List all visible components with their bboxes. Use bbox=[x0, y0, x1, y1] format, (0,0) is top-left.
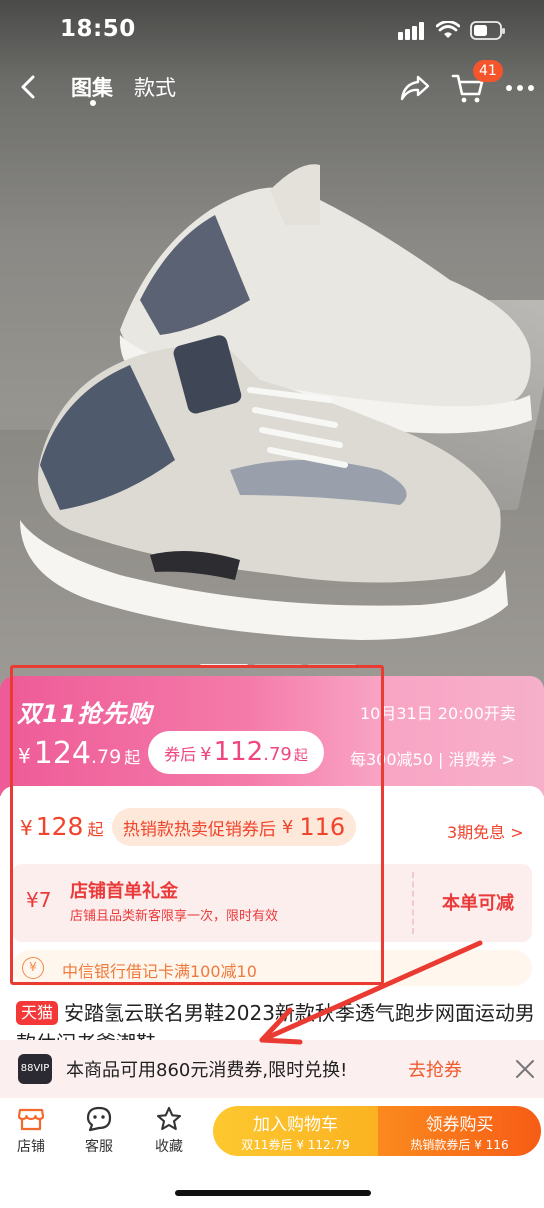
customer-service-entry[interactable]: 客服 bbox=[74, 1106, 124, 1156]
add-to-cart-button[interactable]: 加入购物车 双11券后 ¥ 112.79 bbox=[213, 1106, 378, 1156]
gallery-indicator bbox=[200, 664, 356, 667]
gift-divider bbox=[412, 872, 414, 934]
cellular-signal-icon bbox=[398, 22, 424, 40]
price-info-card: ¥ 128 起 热销款热卖促销券后 ¥ 116 3期免息 > ¥7 店铺首单礼金… bbox=[0, 786, 544, 1000]
back-arrow-icon[interactable] bbox=[14, 72, 44, 102]
promo-price-suffix: 起 bbox=[124, 748, 141, 767]
vip-coupon-banner[interactable]: 88VIP 本商品可用860元消费券,限时兑换! 去抢券 bbox=[0, 1040, 544, 1098]
88vip-logo: 88VIP bbox=[18, 1054, 52, 1084]
wifi-icon bbox=[436, 21, 460, 38]
add-to-cart-subtitle: 双11券后 ¥ 112.79 bbox=[241, 1138, 350, 1152]
base-price-suffix: 起 bbox=[87, 820, 104, 839]
coupon-price-pill: 券后 ¥ 112 .79 起 bbox=[148, 731, 324, 774]
buy-subtitle: 热销款券后 ¥ 116 bbox=[410, 1138, 509, 1152]
more-icon[interactable] bbox=[504, 76, 536, 100]
store-icon bbox=[17, 1108, 45, 1131]
cart-count-badge: 41 bbox=[473, 60, 503, 82]
promo-price-currency: ¥ bbox=[18, 744, 31, 768]
promo-price-decimal: .79 bbox=[91, 746, 122, 768]
home-indicator bbox=[175, 1190, 371, 1196]
favorite-entry[interactable]: 收藏 bbox=[144, 1106, 194, 1156]
bank-offer-text: 中信银行借记卡满100减10 bbox=[62, 962, 257, 981]
yen-coin-icon: ¥ bbox=[22, 957, 44, 979]
installment-link[interactable]: 3期免息 > bbox=[447, 819, 524, 843]
coupon-label: 券后 bbox=[164, 745, 197, 764]
gift-title: 店铺首单礼金 bbox=[70, 881, 178, 902]
vip-claim-link[interactable]: 去抢券 bbox=[408, 1056, 462, 1082]
vip-banner-text: 本商品可用860元消费券,限时兑换! bbox=[66, 1060, 348, 1081]
base-price-value: 128 bbox=[35, 812, 84, 841]
coupon-price-suffix: 起 bbox=[293, 748, 308, 764]
gallery-dot-2 bbox=[254, 664, 302, 667]
double11-promo-banner[interactable]: 双11抢先购 10月31日 20:00开卖 ¥ 124 .79 起 券后 ¥ 1… bbox=[0, 676, 544, 796]
favorite-label: 收藏 bbox=[155, 1139, 183, 1155]
gift-amount: ¥7 bbox=[26, 888, 52, 912]
hot-sale-price: 116 bbox=[299, 813, 346, 841]
store-label: 店铺 bbox=[17, 1139, 45, 1155]
top-nav: 图集 款式 41 bbox=[0, 60, 544, 114]
coupon-currency: ¥ bbox=[200, 744, 212, 765]
gallery-dot-3 bbox=[308, 664, 356, 667]
gallery-dot-1 bbox=[200, 664, 248, 667]
tab-gallery[interactable]: 图集 bbox=[71, 72, 113, 102]
active-tab-indicator bbox=[90, 100, 96, 106]
buy-label: 领券购买 bbox=[425, 1115, 494, 1135]
hot-sale-label: 热销款热卖促销券后 bbox=[122, 819, 276, 840]
status-bar: 18:50 bbox=[0, 0, 544, 60]
hot-sale-currency: ¥ bbox=[281, 816, 294, 838]
coupon-price-decimal: .79 bbox=[263, 744, 292, 765]
gift-apply-button[interactable]: 本单可减 bbox=[442, 889, 514, 915]
coupon-rule-link[interactable]: 每300减50 | 消费券 > bbox=[350, 746, 515, 770]
tab-styles[interactable]: 款式 bbox=[134, 72, 176, 102]
promo-festival-title: 双11抢先购 bbox=[17, 700, 153, 728]
promo-sale-date: 10月31日 20:00开卖 bbox=[360, 704, 516, 723]
add-to-cart-label: 加入购物车 bbox=[253, 1115, 338, 1135]
buy-with-coupon-button[interactable]: 领券购买 热销款券后 ¥ 116 bbox=[378, 1106, 541, 1156]
store-entry[interactable]: 店铺 bbox=[6, 1106, 56, 1156]
status-time: 18:50 bbox=[60, 16, 136, 42]
close-icon[interactable] bbox=[512, 1056, 538, 1082]
product-title-text: 安踏氢云联名男鞋2023新款秋季透气跑步网面运动男款休闲老爹潮鞋 bbox=[16, 1001, 535, 1040]
gift-subtitle: 店铺且品类新客限享一次，限时有效 bbox=[70, 909, 279, 924]
store-first-order-gift[interactable]: ¥7 店铺首单礼金 店铺且品类新客限享一次，限时有效 本单可减 bbox=[12, 864, 532, 942]
product-title: 天猫安踏氢云联名男鞋2023新款秋季透气跑步网面运动男款休闲老爹潮鞋 bbox=[16, 998, 536, 1040]
hot-sale-coupon-pill[interactable]: 热销款热卖促销券后 ¥ 116 bbox=[112, 808, 356, 846]
tmall-badge: 天猫 bbox=[16, 1001, 59, 1025]
base-price: ¥ 128 起 bbox=[20, 812, 103, 841]
battery-icon bbox=[470, 21, 505, 40]
chat-face-icon bbox=[86, 1106, 112, 1132]
star-icon bbox=[156, 1106, 182, 1131]
bottom-action-bar: 店铺 客服 收藏 加入购物车 双11券后 ¥ 112.79 领券购买 热销款券后… bbox=[0, 1098, 544, 1208]
promo-price: ¥ 124 .79 起 bbox=[18, 736, 140, 771]
coupon-price-integer: 112 bbox=[213, 737, 264, 767]
share-icon[interactable] bbox=[400, 74, 430, 102]
service-label: 客服 bbox=[85, 1139, 113, 1155]
base-price-currency: ¥ bbox=[20, 816, 33, 840]
promo-price-integer: 124 bbox=[33, 736, 91, 771]
bank-offer[interactable]: ¥ 中信银行借记卡满100减10 bbox=[12, 950, 532, 986]
